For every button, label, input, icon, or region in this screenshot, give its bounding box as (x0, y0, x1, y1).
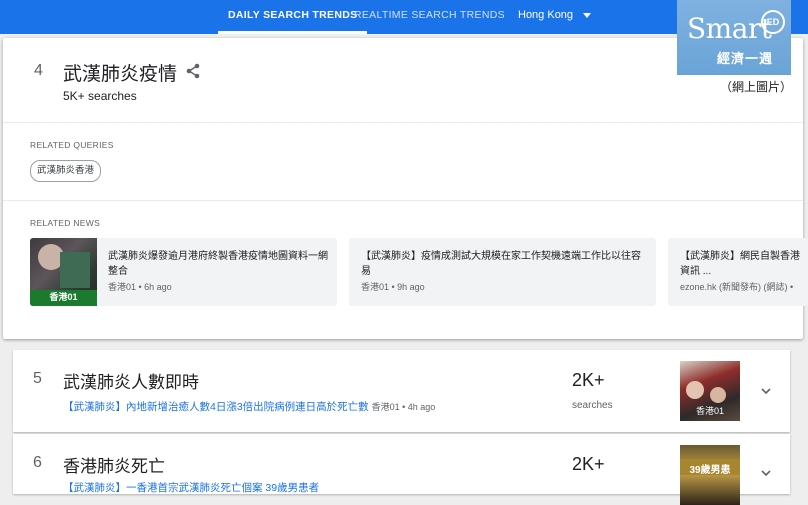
smart-ed-logo: Smart ED 經濟一週 (677, 0, 791, 75)
logo-badge: ED (761, 10, 785, 34)
logo-subtitle: 經濟一週 (717, 51, 774, 66)
related-query-chip[interactable]: 武漢肺炎香港 (30, 160, 102, 182)
trend-search-count: 5K+ searches (63, 89, 137, 103)
trend-rank: 6 (33, 454, 42, 471)
trend-title[interactable]: 武漢肺炎疫情 (63, 59, 177, 86)
trend-thumb-label: 香港01 (695, 406, 724, 416)
trend-thumb-label: 39歲男患 (689, 465, 731, 476)
region-selector[interactable]: Hong Kong (518, 0, 592, 34)
trend-thumbnail[interactable]: 39歲男患 (680, 445, 740, 505)
related-news-heading: RELATED NEWS (30, 218, 101, 228)
news-source: 香港01 • 9h ago (361, 282, 425, 292)
trend-rank: 4 (34, 62, 43, 79)
trend-title[interactable]: 香港肺炎死亡 (63, 452, 165, 477)
image-caption: （網上圖片） (720, 80, 793, 94)
trend-count: 2K+ (572, 454, 605, 474)
tab-daily-search-trends[interactable]: DAILY SEARCH TRENDS (218, 0, 368, 34)
trend-title[interactable]: 武漢肺炎人數即時 (63, 368, 199, 393)
chevron-down-icon (583, 12, 592, 18)
trend-news-meta: 香港01 • 4h ago (371, 402, 436, 412)
trend-news-link-text: 【武漢肺炎】內地新增治癒人數4日漲3倍出院病例連日高於死亡數 (63, 401, 369, 413)
expand-chevron-icon[interactable] (759, 466, 773, 480)
trend-count: 2K+ (572, 370, 605, 390)
news-card[interactable]: 【武漢肺炎】疫情成測試大規模在家工作契機遠端工作比以往容易 香港01 • 9h … (349, 238, 656, 306)
trend-thumbnail[interactable]: 香港01 (680, 361, 740, 421)
news-thumbnail: 香港01 (30, 238, 97, 306)
related-queries-heading: RELATED QUERIES (30, 140, 114, 150)
divider (3, 200, 803, 201)
divider (3, 122, 803, 123)
news-source: ezone.hk (新聞發布) (網誌) • (680, 282, 794, 292)
share-icon[interactable] (185, 63, 201, 79)
trend-count-label: searches (572, 400, 613, 411)
trend-card[interactable]: 6 香港肺炎死亡 【武漢肺炎】一香港首宗武漢肺炎死亡個案 39歲男患者 2K+ … (13, 434, 790, 505)
trend-news-link[interactable]: 【武漢肺炎】內地新增治癒人數4日漲3倍出院病例連日高於死亡數 香港01 • 4h… (63, 399, 435, 414)
logo-brand: Smart (687, 12, 772, 45)
news-thumb-label: 香港01 (49, 292, 78, 302)
tab-realtime-search-trends[interactable]: REALTIME SEARCH TRENDS (354, 0, 505, 34)
news-title: 武漢肺炎爆發逾月港府終製香港疫情地圖資料一網整合 (108, 251, 328, 277)
news-source: 香港01 • 6h ago (108, 282, 172, 292)
news-card[interactable]: 香港01 武漢肺炎爆發逾月港府終製香港疫情地圖資料一網整合 香港01 • 6h … (30, 238, 337, 306)
trend-rank: 5 (33, 370, 42, 387)
trend-news-link-text: 【武漢肺炎】一香港首宗武漢肺炎死亡個案 39歲男患者 (63, 482, 320, 494)
news-card[interactable]: 【武漢肺炎】網民自製香港 資訊 ... ezone.hk (新聞發布) (網誌)… (668, 238, 808, 306)
expand-chevron-icon[interactable] (759, 384, 773, 398)
news-title: 【武漢肺炎】網民自製香港 資訊 ... (680, 251, 800, 277)
trend-card[interactable]: 5 武漢肺炎人數即時 【武漢肺炎】內地新增治癒人數4日漲3倍出院病例連日高於死亡… (13, 350, 790, 432)
region-label: Hong Kong (518, 9, 574, 21)
news-title: 【武漢肺炎】疫情成測試大規模在家工作契機遠端工作比以往容易 (361, 251, 641, 277)
trend-news-link[interactable]: 【武漢肺炎】一香港首宗武漢肺炎死亡個案 39歲男患者 (63, 480, 319, 495)
